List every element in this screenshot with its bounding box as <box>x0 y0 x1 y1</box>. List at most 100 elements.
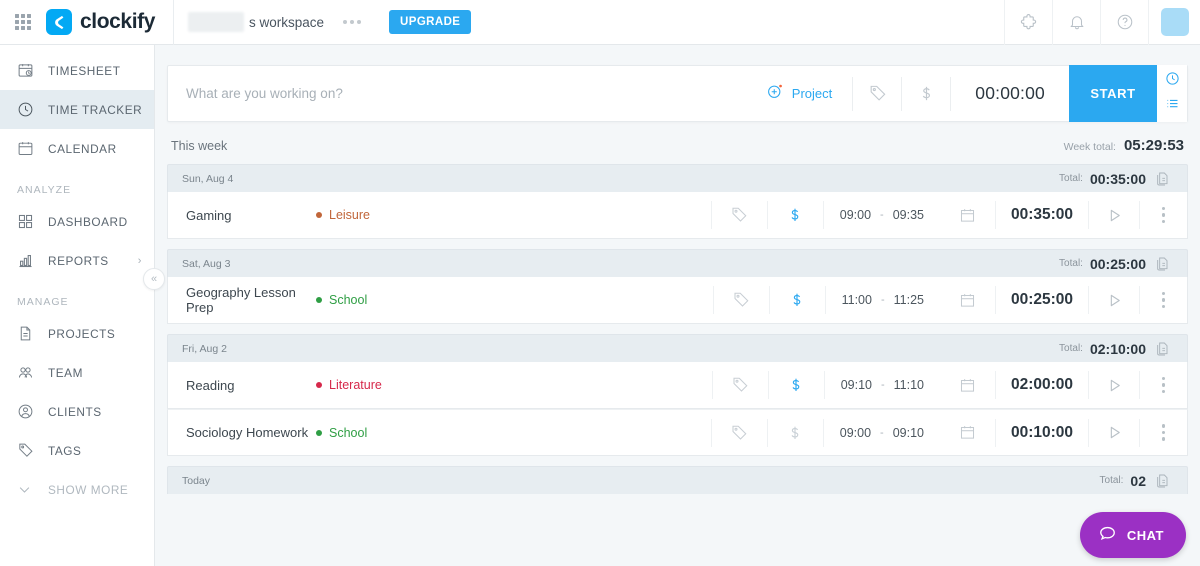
time-entry-row[interactable]: Reading Literature 09:10-11:10 02:00:00 <box>167 362 1188 409</box>
day-group: Fri, Aug 2 Total: 02:10:00 Reading Literatur… <box>167 334 1188 456</box>
entry-end-time[interactable]: 11:25 <box>894 293 924 307</box>
sidebar-item-label: TIMESHEET <box>48 63 121 78</box>
day-date: Sun, Aug 4 <box>182 172 234 185</box>
entry-start-time[interactable]: 09:10 <box>841 378 872 392</box>
entry-calendar-icon[interactable] <box>940 292 995 309</box>
entry-tag-icon[interactable] <box>712 424 767 442</box>
entry-menu-vertical-ellipsis-icon[interactable] <box>1140 291 1187 309</box>
entry-billable-dollar-icon[interactable] <box>768 424 823 442</box>
project-name: Leisure <box>329 208 370 222</box>
sidebar-item-team[interactable]: TEAM <box>0 353 154 392</box>
sidebar-show-more[interactable]: SHOW MORE <box>0 470 154 509</box>
time-entry-row[interactable]: Sociology Homework School 09:00-09:10 00:10… <box>167 409 1188 456</box>
entry-end-time[interactable]: 11:10 <box>894 378 924 392</box>
bell-icon[interactable] <box>1052 0 1100 45</box>
entry-time-range[interactable]: 09:00-09:10 <box>824 426 940 440</box>
entry-tag-icon[interactable] <box>714 291 769 309</box>
entry-start-time[interactable]: 11:00 <box>842 293 872 307</box>
clock-icon <box>17 101 36 118</box>
sidebar-show-more-label: SHOW MORE <box>48 482 129 497</box>
time-entry-row[interactable]: Geography Lesson Prep School 11:00-11:25 00… <box>167 277 1188 324</box>
mode-timer-clock-icon[interactable] <box>1165 71 1180 91</box>
entry-project[interactable]: Leisure <box>316 208 711 222</box>
document-icon <box>17 325 36 342</box>
edit-duplicate-icon[interactable] <box>1153 171 1173 187</box>
entry-project[interactable]: School <box>316 426 711 440</box>
day-total: Total: 00:35:00 <box>1059 171 1173 187</box>
task-description-input[interactable] <box>168 86 746 101</box>
sidebar-item-timesheet[interactable]: TIMESHEET <box>0 51 154 90</box>
start-button[interactable]: START <box>1069 65 1157 122</box>
entry-menu-vertical-ellipsis-icon[interactable] <box>1140 376 1187 394</box>
entry-calendar-icon[interactable] <box>940 207 995 224</box>
entry-calendar-icon[interactable] <box>940 424 995 441</box>
time-range-dash: - <box>880 209 884 221</box>
sidebar-item-time-tracker[interactable]: TIME TRACKER <box>0 90 154 129</box>
entry-menu-vertical-ellipsis-icon[interactable] <box>1140 424 1187 441</box>
entry-calendar-icon[interactable] <box>940 377 995 394</box>
edit-duplicate-icon[interactable] <box>1153 256 1173 272</box>
chevron-down-icon <box>17 482 36 497</box>
day-total-value: 00:35:00 <box>1089 170 1146 187</box>
chevron-right-icon: › <box>137 254 142 267</box>
entry-tag-icon[interactable] <box>712 206 767 224</box>
entry-end-time[interactable]: 09:35 <box>893 208 924 222</box>
tag-icon <box>17 442 36 459</box>
entry-duration[interactable]: 00:35:00 <box>996 206 1088 224</box>
brand-logo[interactable]: clockify <box>46 9 173 35</box>
entry-time-range[interactable]: 11:00-11:25 <box>826 293 940 307</box>
grid-apps-icon[interactable] <box>0 14 46 30</box>
entry-tag-icon[interactable] <box>713 376 768 394</box>
entry-project[interactable]: Literature <box>316 378 712 392</box>
entry-billable-dollar-icon[interactable] <box>768 206 823 224</box>
project-color-dot <box>316 429 322 436</box>
week-title: This week <box>171 139 228 153</box>
entry-start-time[interactable]: 09:00 <box>840 426 871 440</box>
day-date: Today <box>182 474 211 487</box>
billable-dollar-icon[interactable] <box>902 84 950 103</box>
day-group: Sat, Aug 3 Total: 00:25:00 Geography Lesson… <box>167 249 1188 324</box>
entry-end-time[interactable]: 09:10 <box>893 426 924 440</box>
sidebar-item-dashboard[interactable]: DASHBOARD <box>0 202 154 241</box>
sidebar-item-reports[interactable]: REPORTS › <box>0 241 154 280</box>
entry-time-range[interactable]: 09:10-11:10 <box>825 378 940 392</box>
entry-play-icon[interactable] <box>1089 423 1139 442</box>
entry-description[interactable]: Gaming <box>168 208 316 223</box>
workspace-selector[interactable]: s workspace <box>174 12 375 32</box>
sidebar-item-calendar[interactable]: CALENDAR <box>0 129 154 168</box>
upgrade-button[interactable]: UPGRADE <box>389 10 472 34</box>
mode-manual-list-icon[interactable] <box>1165 96 1180 116</box>
entry-duration[interactable]: 00:10:00 <box>996 424 1088 442</box>
entry-duration[interactable]: 00:25:00 <box>996 291 1088 309</box>
tag-icon[interactable] <box>853 84 901 103</box>
entry-project[interactable]: School <box>316 293 713 307</box>
entry-play-icon[interactable] <box>1089 206 1139 225</box>
entry-description[interactable]: Sociology Homework <box>168 425 316 440</box>
entry-play-icon[interactable] <box>1089 376 1139 395</box>
add-project-button[interactable]: Project <box>746 82 852 105</box>
ellipsis-icon[interactable] <box>343 20 362 24</box>
sidebar-item-projects[interactable]: PROJECTS <box>0 314 154 353</box>
edit-duplicate-icon[interactable] <box>1153 473 1173 489</box>
entry-description[interactable]: Reading <box>168 378 316 393</box>
sidebar-item-clients[interactable]: CLIENTS <box>0 392 154 431</box>
chat-button[interactable]: CHAT <box>1079 512 1186 558</box>
question-circle-icon[interactable] <box>1100 0 1148 45</box>
bar-chart-icon <box>17 252 36 269</box>
sidebar-item-label: TAGS <box>48 443 82 458</box>
day-header: Sat, Aug 3 Total: 00:25:00 <box>167 249 1188 277</box>
puzzle-icon[interactable] <box>1004 0 1052 45</box>
sidebar-item-tags[interactable]: TAGS <box>0 431 154 470</box>
edit-duplicate-icon[interactable] <box>1153 341 1173 357</box>
entry-description[interactable]: Geography Lesson Prep <box>168 285 316 315</box>
entry-billable-dollar-icon[interactable] <box>769 376 824 394</box>
entry-menu-vertical-ellipsis-icon[interactable] <box>1140 206 1187 224</box>
entry-play-icon[interactable] <box>1089 291 1139 310</box>
time-entry-row[interactable]: Gaming Leisure 09:00-09:35 00:35:00 <box>167 192 1188 239</box>
entry-time-range[interactable]: 09:00-09:35 <box>824 208 940 222</box>
day-total-value: 02 <box>1130 472 1146 489</box>
entry-duration[interactable]: 02:00:00 <box>996 376 1088 394</box>
avatar[interactable] <box>1148 0 1200 45</box>
entry-start-time[interactable]: 09:00 <box>840 208 871 222</box>
entry-billable-dollar-icon[interactable] <box>770 291 825 309</box>
